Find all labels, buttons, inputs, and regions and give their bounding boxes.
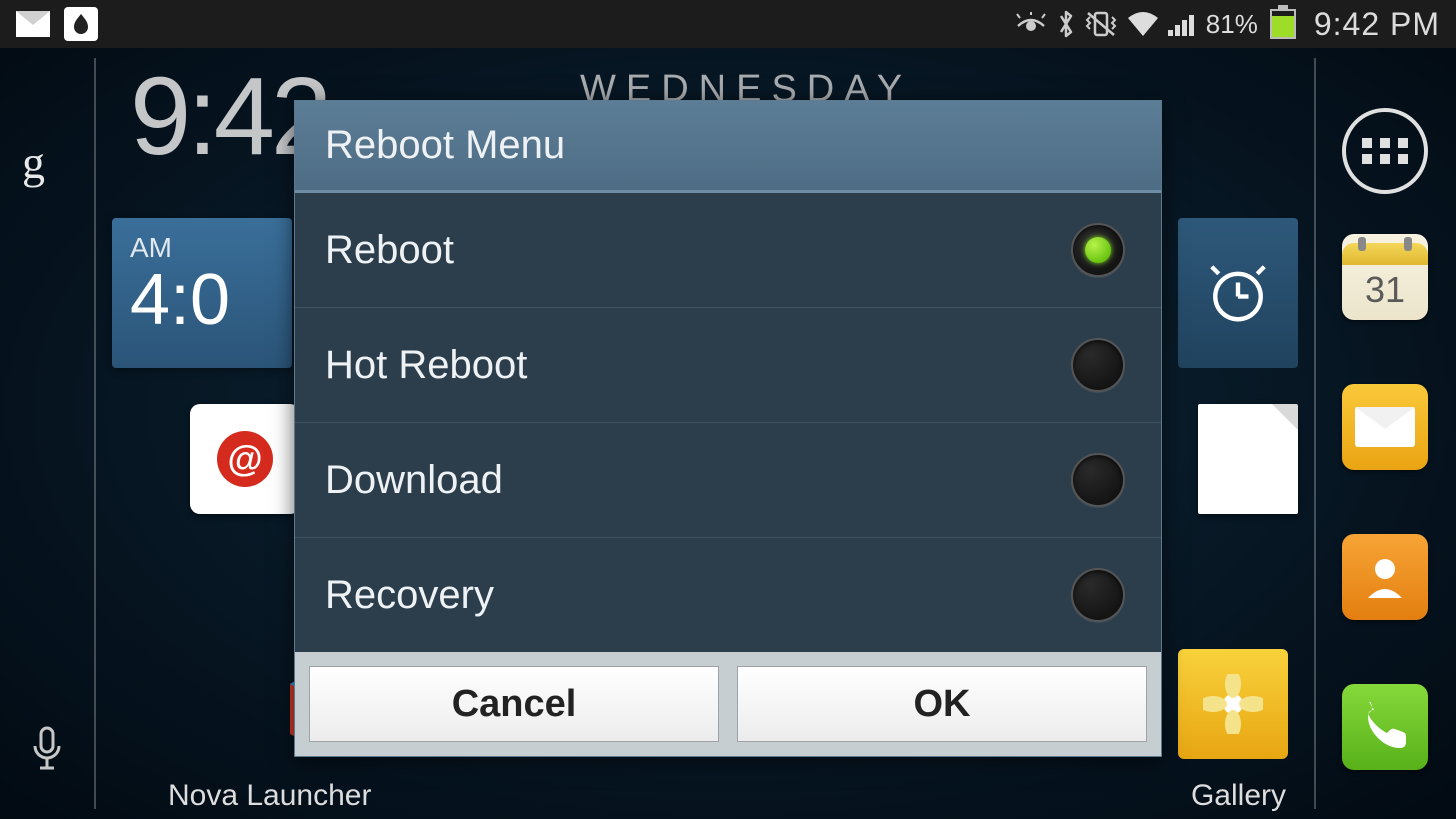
radio-button[interactable] [1071,453,1125,507]
radio-button[interactable] [1071,568,1125,622]
option-hot-reboot[interactable]: Hot Reboot [295,308,1161,423]
ok-button[interactable]: OK [737,666,1147,742]
battery-percent: 81% [1206,9,1258,40]
smart-stay-icon [1014,12,1048,36]
battery-icon [1270,9,1296,39]
divider-right [1314,58,1316,809]
status-left [16,7,98,41]
dialog-option-list: Reboot Hot Reboot Download Recovery [295,193,1161,652]
calendar-day-number: 31 [1365,269,1405,311]
alarm-clock-icon-widget[interactable] [1178,218,1298,368]
battery-fill [1272,16,1294,37]
email-app-icon[interactable]: @ [190,404,300,514]
nova-launcher-label: Nova Launcher [168,779,371,813]
wifi-icon [1126,10,1160,38]
signal-icon [1168,10,1198,38]
status-bar: 81% 9:42 PM [0,0,1456,48]
status-clock: 9:42 PM [1314,6,1440,43]
option-label: Recovery [325,573,494,618]
option-reboot[interactable]: Reboot [295,193,1161,308]
radio-button[interactable] [1071,223,1125,277]
dialog-button-bar: Cancel OK [295,652,1161,756]
phone-app-icon[interactable] [1342,684,1428,770]
app-notification-icon [64,7,98,41]
gallery-label: Gallery [1191,779,1286,813]
option-label: Download [325,458,503,503]
alarm-ampm: AM [130,232,274,264]
radio-button[interactable] [1071,338,1125,392]
bluetooth-icon [1056,8,1076,40]
cancel-button[interactable]: Cancel [309,666,719,742]
alarm-widget[interactable]: AM 4:0 [112,218,292,368]
option-download[interactable]: Download [295,423,1161,538]
document-app-icon[interactable] [1198,404,1298,514]
dialog-title: Reboot Menu [295,101,1161,193]
alarm-time: 4:0 [130,264,274,336]
divider-left [94,58,96,809]
mail-app-icon[interactable] [1342,384,1428,470]
gmail-notification-icon [16,11,50,37]
contacts-app-icon[interactable] [1342,534,1428,620]
option-recovery[interactable]: Recovery [295,538,1161,652]
vibrate-icon [1084,9,1118,39]
option-label: Reboot [325,228,454,273]
option-label: Hot Reboot [325,343,527,388]
calendar-app-icon[interactable]: 31 [1342,234,1428,320]
reboot-menu-dialog: Reboot Menu Reboot Hot Reboot Download R… [294,100,1162,757]
voice-search-icon[interactable] [28,724,66,779]
google-search-shortcut[interactable]: g [22,136,45,189]
status-right: 81% 9:42 PM [1014,6,1440,43]
app-drawer-button[interactable] [1342,108,1428,194]
gallery-app-icon[interactable] [1178,649,1288,759]
